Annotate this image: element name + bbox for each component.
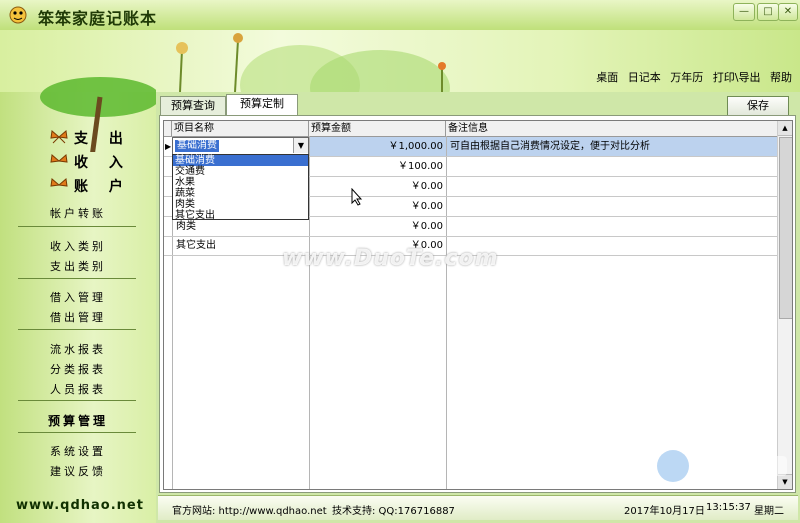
status-time: 13:15:37: [706, 502, 751, 513]
sidebar-item-lend-out[interactable]: 借出管理: [0, 309, 156, 325]
category-dropdown-list[interactable]: 基础消费 交通费 水果 蔬菜 肉类 其它支出: [172, 154, 309, 221]
status-bar: 官方网站: http://www.qdhao.net 技术支持: QQ:1767…: [158, 495, 798, 520]
cell-amount: ￥100.00: [398, 161, 443, 172]
dropdown-option[interactable]: 其它支出: [173, 210, 308, 221]
status-weekday: 星期二: [754, 506, 784, 517]
top-nav: 桌面 日记本 万年历 打印\导出 帮助: [590, 69, 792, 87]
sidebar-item-income[interactable]: 收 入: [0, 152, 156, 172]
column-header-amount[interactable]: 预算金额: [309, 121, 446, 137]
chevron-down-icon[interactable]: ▼: [293, 138, 308, 153]
divider: [18, 226, 136, 227]
column-header-name[interactable]: 项目名称: [172, 121, 309, 137]
nav-calendar[interactable]: 万年历: [670, 69, 703, 85]
sidebar-item-income-category[interactable]: 收入类别: [0, 238, 156, 254]
dropdown-option[interactable]: 交通费: [173, 166, 308, 177]
sidebar-item-member-report[interactable]: 人员报表: [0, 381, 156, 397]
cell-amount: ￥0.00: [410, 221, 443, 232]
combo-value: 基础消费: [175, 140, 219, 152]
vertical-scrollbar[interactable]: ▲ ▼: [777, 121, 792, 489]
site-url: www.qdhao.net: [16, 498, 144, 513]
dropdown-option[interactable]: 蔬菜: [173, 188, 308, 199]
divider: [18, 432, 136, 433]
sidebar-item-expense-category[interactable]: 支出类别: [0, 258, 156, 274]
cell-amount: ￥0.00: [410, 201, 443, 212]
scroll-thumb[interactable]: [779, 137, 792, 319]
sidebar-item-borrow-in[interactable]: 借入管理: [0, 289, 156, 305]
cell-note: 可自由根据自己消费情况设定，便于对比分析: [447, 137, 778, 156]
sidebar-item-category-report[interactable]: 分类报表: [0, 361, 156, 377]
sidebar-item-settings[interactable]: 系统设置: [0, 443, 156, 459]
divider: [18, 278, 136, 279]
nav-diary[interactable]: 日记本: [628, 69, 661, 85]
close-button[interactable]: ✕: [778, 3, 798, 21]
dropdown-option[interactable]: 基础消费: [173, 155, 308, 166]
sidebar-item-transfer[interactable]: 帐户转账: [0, 205, 156, 221]
row-header-corner: [164, 121, 172, 137]
nav-help[interactable]: 帮助: [770, 69, 792, 85]
sidebar-item-feedback[interactable]: 建议反馈: [0, 463, 156, 479]
dropdown-option[interactable]: 肉类: [173, 199, 308, 210]
sidebar-item-account[interactable]: 账 户: [0, 176, 156, 196]
cell-amount: ￥0.00: [410, 181, 443, 192]
divider: [18, 400, 136, 401]
cell-amount: ￥1,000.00: [310, 137, 446, 156]
sidebar-item-flow-report[interactable]: 流水报表: [0, 341, 156, 357]
watermark-logo-icon: [657, 450, 787, 482]
status-date: 2017年10月17日: [624, 506, 705, 517]
app-title: 笨笨家庭记账本: [38, 9, 158, 28]
mouse-cursor-icon: [351, 188, 363, 206]
sidebar-item-budget[interactable]: 预算管理: [0, 412, 156, 429]
app-logo-icon: [9, 6, 27, 24]
status-website: 官方网站: http://www.qdhao.net: [172, 506, 327, 517]
watermark: www.DuoTe.com: [282, 246, 499, 271]
minimize-button[interactable]: —: [733, 3, 755, 21]
maximize-button[interactable]: □: [757, 3, 779, 21]
dropdown-option[interactable]: 水果: [173, 177, 308, 188]
sidebar: 支 出 收 入 账 户 帐户转账 收入类别 支出类别 借入管理 借出管理 流水报…: [0, 77, 156, 523]
column-header-note[interactable]: 备注信息: [446, 121, 779, 137]
nav-print-export[interactable]: 打印\导出: [713, 69, 761, 85]
status-support: 技术支持: QQ:176716887: [332, 506, 455, 517]
scroll-up-icon[interactable]: ▲: [778, 121, 792, 136]
tab-strip: 预算查询 预算定制: [158, 94, 795, 116]
save-button[interactable]: 保存: [727, 96, 789, 116]
nav-desktop[interactable]: 桌面: [596, 69, 618, 85]
current-row-marker-icon: ▶: [165, 142, 172, 151]
tab-budget-query[interactable]: 预算查询: [160, 96, 226, 115]
tab-budget-custom[interactable]: 预算定制: [226, 94, 298, 116]
divider: [18, 329, 136, 330]
sidebar-item-expense[interactable]: 支 出: [0, 128, 156, 148]
